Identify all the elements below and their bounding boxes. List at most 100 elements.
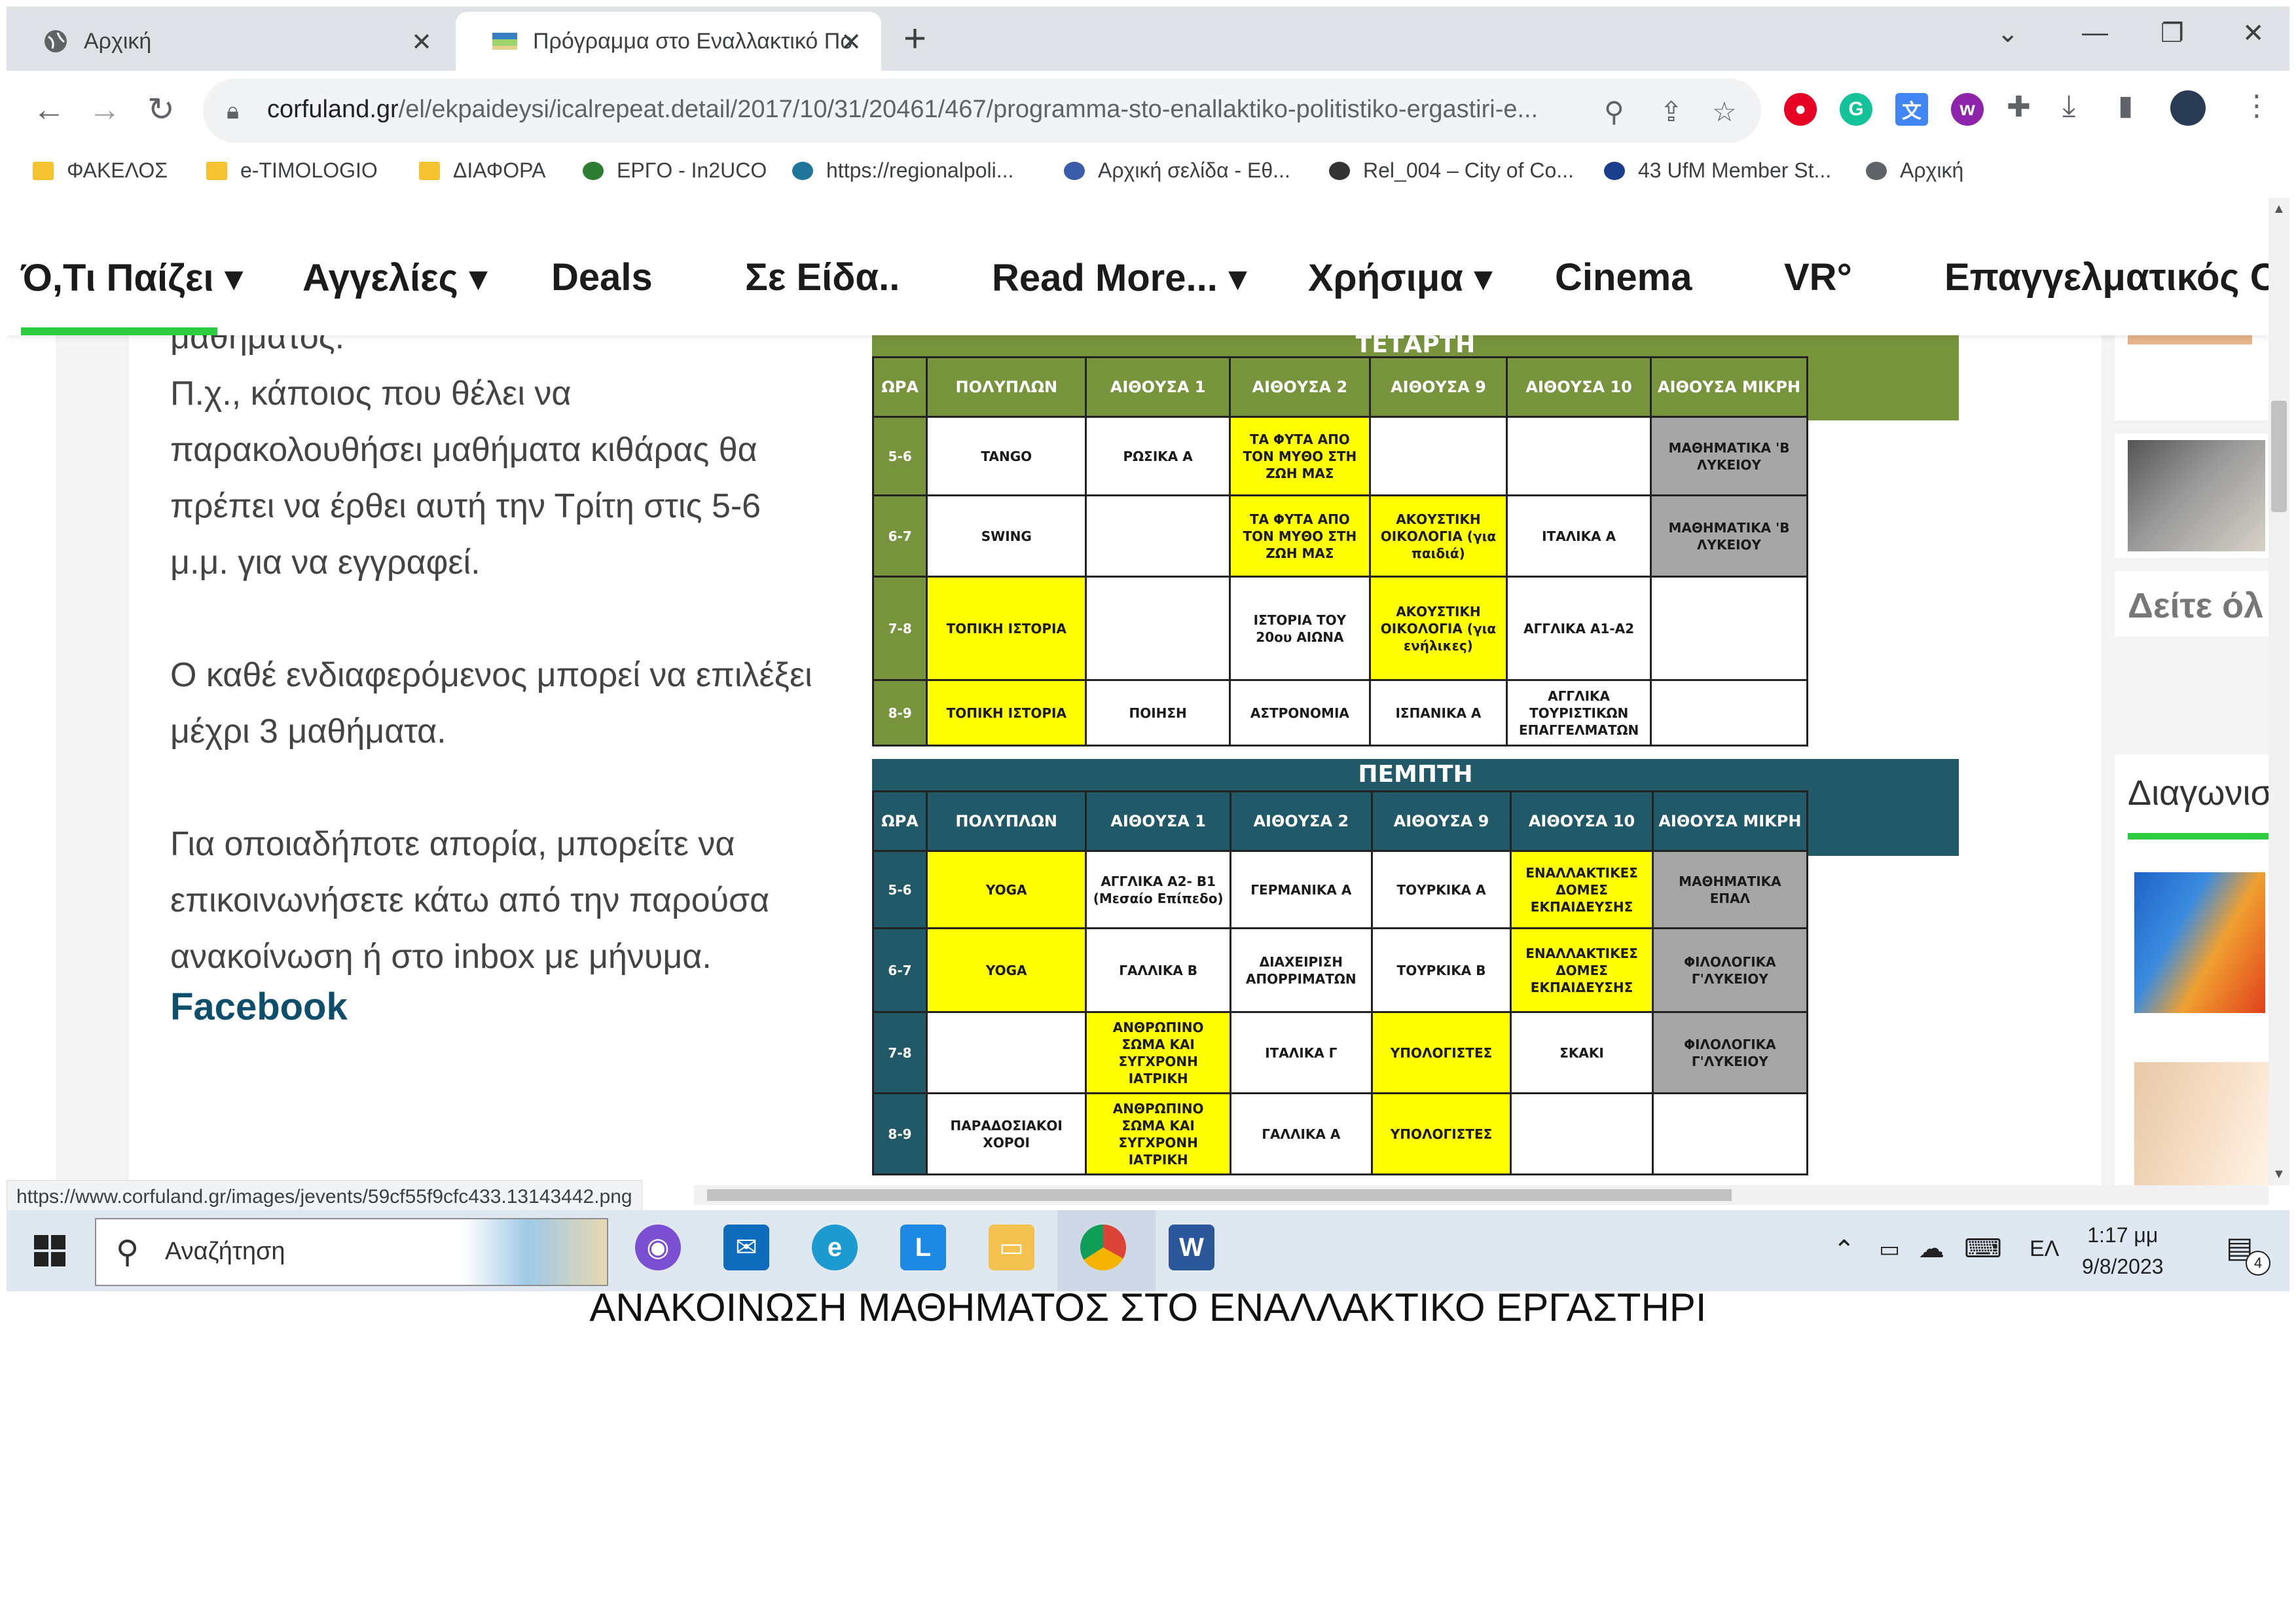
- word-app-icon[interactable]: W: [1169, 1225, 1214, 1270]
- navigation-bar: ← → ↻ 🔒︎ corfuland.gr/el/ekpaideysi/ical…: [7, 71, 2289, 152]
- keyboard-icon[interactable]: ⌨: [1964, 1234, 2002, 1264]
- battery-icon[interactable]: ▭: [1879, 1236, 1900, 1263]
- taskbar-search-box[interactable]: ⚲ Αναζήτηση: [95, 1218, 608, 1286]
- lock-icon[interactable]: 🔒︎: [227, 97, 239, 125]
- adblock-extension-icon[interactable]: ●: [1784, 93, 1817, 126]
- schedule-class-cell: ΓΕΡΜΑΝΙΚΑ Α: [1229, 850, 1373, 929]
- contests-heading: Διαγωνισ: [2128, 773, 2269, 813]
- taskbar-clock[interactable]: 1:17 μμ 9/8/2023: [2082, 1219, 2164, 1282]
- schedule-class-cell: ΤΟΠΙΚΗ ΙΣΤΟΡΙΑ: [926, 576, 1087, 681]
- address-bar[interactable]: 🔒︎ corfuland.gr/el/ekpaideysi/icalrepeat…: [203, 79, 1761, 143]
- edge-app-icon[interactable]: e: [812, 1225, 858, 1270]
- minimize-button[interactable]: —: [2082, 18, 2108, 48]
- url-text[interactable]: corfuland.gr/el/ekpaideysi/icalrepeat.de…: [267, 96, 1538, 124]
- show-hidden-icons-chevron-icon[interactable]: ⌃: [1833, 1235, 1855, 1265]
- scroll-up-icon[interactable]: ▲: [2272, 202, 2286, 217]
- schedule-class-cell: ΦΙΛΟΛΟΓΙΚΑ Γ'ΛΥΚΕΙΟΥ: [1651, 927, 1809, 1013]
- vertical-scroll-thumb[interactable]: [2271, 401, 2287, 512]
- contest-thumbnail-image[interactable]: [2134, 1062, 2269, 1185]
- contest-thumbnail-image[interactable]: [2134, 872, 2265, 1013]
- menu-item-se-eida[interactable]: Σε Είδα..: [745, 255, 900, 299]
- tab-home[interactable]: Αρχική ✕: [7, 12, 452, 71]
- close-window-button[interactable]: ✕: [2242, 18, 2265, 48]
- browser-window: Αρχική ✕ Πρόγραμμα στο Εναλλακτικό Πο ✕ …: [7, 7, 2289, 199]
- google-translate-extension-icon[interactable]: 文: [1895, 93, 1928, 126]
- bookmark-item[interactable]: 43 UfM Member St...: [1604, 158, 1831, 183]
- bookmark-item[interactable]: Αρχική: [1866, 158, 1963, 183]
- schedule-class-cell: ΑΝΘΡΩΠΙΝΟ ΣΩΜΑ ΚΑΙ ΣΥΓΧΡΟΝΗ ΙΑΤΡΙΚΗ: [1085, 1011, 1231, 1094]
- side-panel-icon[interactable]: ▮: [2118, 89, 2133, 121]
- back-button[interactable]: ←: [33, 90, 65, 128]
- close-tab-icon[interactable]: ✕: [841, 28, 862, 57]
- bookmark-item[interactable]: ΔΙΑΦΟΡΑ: [419, 158, 545, 183]
- schedule-class-cell: ΤΟΥΡΚΙΚΑ Α: [1370, 850, 1512, 929]
- sidebar-card[interactable]: [2115, 434, 2269, 558]
- menu-item-xrisima[interactable]: Χρήσιμα ▾: [1308, 255, 1493, 300]
- see-all-link[interactable]: Δείτε όλ: [2128, 585, 2263, 626]
- profile-avatar[interactable]: [2170, 90, 2206, 126]
- grammarly-extension-icon[interactable]: G: [1840, 93, 1872, 126]
- file-explorer-icon[interactable]: ▭: [989, 1225, 1034, 1270]
- schedule-header-cell: ΑΙΘΟΥΣΑ ΜΙΚΡΗ: [1651, 790, 1809, 852]
- zoom-icon[interactable]: ⚲: [1604, 96, 1624, 128]
- globe-icon: [1866, 161, 1887, 180]
- tab-programma[interactable]: Πρόγραμμα στο Εναλλακτικό Πο ✕: [456, 12, 881, 71]
- horizontal-scroll-thumb[interactable]: [707, 1189, 1732, 1201]
- notification-count-badge: 4: [2246, 1251, 2270, 1276]
- search-icon: ⚲: [116, 1235, 139, 1270]
- forward-button[interactable]: →: [88, 90, 121, 128]
- menu-item-cinema[interactable]: Cinema: [1555, 255, 1692, 299]
- schedule-class-cell: [1085, 576, 1231, 681]
- schedule-header-cell: ΩΡΑ: [871, 356, 928, 418]
- menu-item-vr[interactable]: VR°: [1784, 255, 1852, 299]
- wordtune-extension-icon[interactable]: w: [1951, 93, 1984, 126]
- onedrive-cloud-icon[interactable]: ☁: [1918, 1234, 1944, 1264]
- download-icon[interactable]: ⤓: [2062, 88, 2075, 124]
- browser-app-icon[interactable]: ◉: [635, 1225, 681, 1270]
- menu-item-deals[interactable]: Deals: [551, 255, 653, 299]
- lingvist-app-icon[interactable]: L: [900, 1225, 946, 1270]
- site-icon: [1604, 161, 1625, 180]
- article-paragraph: Π.χ., κάποιος που θέλει να παρακολουθήσε…: [170, 375, 761, 581]
- schedule-class-cell: ΑΓΓΛΙΚΑ Α2- Β1 (Μεσαίο Επίπεδο): [1085, 850, 1231, 929]
- sidebar-see-all[interactable]: Δείτε όλ: [2115, 571, 2269, 637]
- schedule-class-cell: [925, 1011, 1087, 1094]
- menu-item-aggelies[interactable]: Αγγελίες ▾: [302, 255, 488, 300]
- bookmark-star-icon[interactable]: ☆: [1712, 96, 1737, 128]
- schedule-header-cell: ΑΙΘΟΥΣΑ 2: [1229, 790, 1373, 852]
- windows-start-icon[interactable]: [34, 1235, 65, 1270]
- left-gutter: [56, 335, 129, 1185]
- extensions-puzzle-icon[interactable]: ✚: [2007, 90, 2031, 124]
- mail-app-icon[interactable]: ✉: [723, 1225, 769, 1270]
- language-indicator[interactable]: ΕΛ: [2030, 1236, 2059, 1262]
- new-tab-button[interactable]: +: [903, 16, 926, 61]
- close-tab-icon[interactable]: ✕: [411, 28, 432, 57]
- chrome-app-icon[interactable]: [1080, 1225, 1126, 1270]
- folder-icon: [33, 161, 54, 180]
- scroll-down-icon[interactable]: ▼: [2272, 1167, 2286, 1182]
- facebook-link[interactable]: Facebook: [170, 985, 825, 1029]
- bookmark-item[interactable]: Αρχική σελίδα - Εθ...: [1064, 158, 1290, 183]
- bookmark-item[interactable]: ΦΑΚΕΛΟΣ: [33, 158, 168, 183]
- tab-search-chevron-icon[interactable]: ⌄: [1997, 18, 2019, 48]
- reload-button[interactable]: ↻: [147, 90, 175, 128]
- menu-kebab-icon[interactable]: ⋮: [2242, 89, 2271, 122]
- menu-item-epaggelmatikos[interactable]: Επαγγελματικός C: [1944, 255, 2269, 299]
- bookmark-item[interactable]: e-TIMOLOGIO: [206, 158, 378, 183]
- thursday-schedule-table: ΩΡΑ ΠΟΛΥΠΛΩΝ ΑΙΘΟΥΣΑ 1 ΑΙΘΟΥΣΑ 2 ΑΙΘΟΥΣΑ 9 ΑΙ…: [872, 790, 1809, 1175]
- vertical-scrollbar[interactable]: ▲ ▼: [2269, 198, 2289, 1185]
- schedule-hour-cell: 8-9: [871, 679, 928, 747]
- bookmark-item[interactable]: ΕΡΓΟ - In2UCO: [583, 158, 767, 183]
- schedule-header-cell: ΑΙΘΟΥΣΑ 9: [1370, 790, 1512, 852]
- schedule-class-cell: ΜΑΘΗΜΑΤΙΚΑ 'Β ΛΥΚΕΙΟΥ: [1650, 416, 1808, 496]
- bookmark-item[interactable]: Rel_004 – City of Co...: [1329, 158, 1574, 183]
- sidebar-card[interactable]: [2115, 335, 2269, 420]
- restore-button[interactable]: ❐: [2160, 18, 2184, 48]
- menu-item-otipaizei[interactable]: Ό,Τι Παίζει ▾: [21, 255, 244, 300]
- share-icon[interactable]: ⇪: [1660, 96, 1683, 128]
- bookmark-item[interactable]: https://regionalpoli...: [792, 158, 1013, 183]
- bookmarks-bar: ΦΑΚΕΛΟΣ e-TIMOLOGIO ΔΙΑΦΟΡΑ ΕΡΓΟ - In2UC…: [7, 152, 2289, 199]
- site-favicon-icon: [492, 29, 517, 54]
- menu-item-read-more[interactable]: Read More... ▾: [992, 255, 1247, 300]
- url-path: /el/ekpaideysi/icalrepeat.detail/2017/10…: [398, 96, 1539, 123]
